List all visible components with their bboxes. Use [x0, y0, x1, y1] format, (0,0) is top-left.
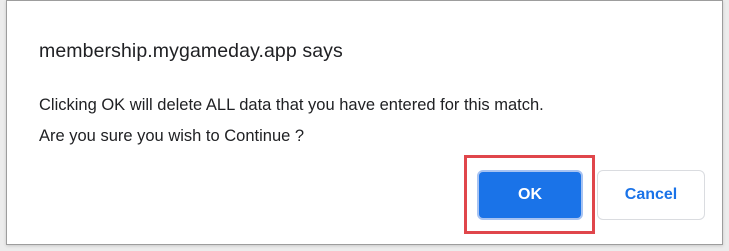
dialog-message: Clicking OK will delete ALL data that yo…: [39, 90, 544, 152]
cancel-button[interactable]: Cancel: [597, 170, 705, 220]
background-right-edge: [723, 0, 729, 251]
dialog-title: membership.mygameday.app says: [39, 40, 343, 62]
dialog-message-line-2: Are you sure you wish to Continue ?: [39, 127, 305, 145]
dialog-message-line-1: Clicking OK will delete ALL data that yo…: [39, 96, 544, 114]
background-bottom-edge: [0, 245, 729, 251]
page-background: membership.mygameday.app says Clicking O…: [0, 0, 729, 251]
ok-button[interactable]: OK: [477, 170, 583, 220]
